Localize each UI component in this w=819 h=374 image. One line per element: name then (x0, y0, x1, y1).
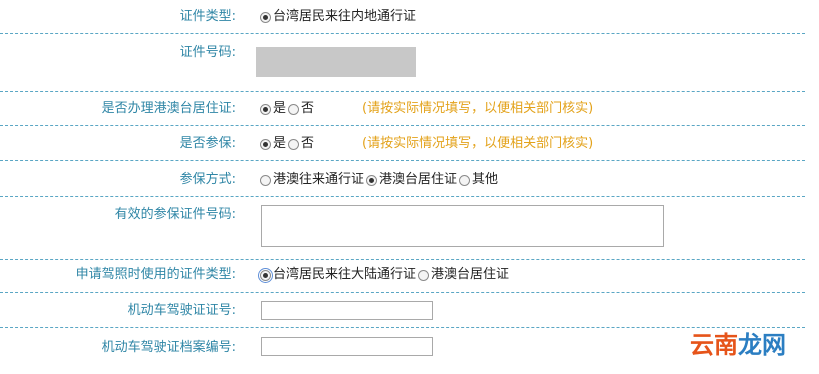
id-type-option-label: 台湾居民来往内地通行证 (273, 9, 417, 24)
id-number-label: 证件号码: (179, 45, 236, 60)
watermark-logo: 云南龙网 (690, 331, 786, 359)
watermark-part2: 龙网 (738, 331, 786, 359)
insured-yes-label: 是 (273, 136, 287, 151)
residence-permit-radio-yes[interactable] (260, 103, 271, 115)
residence-permit-no-label: 否 (301, 101, 315, 116)
vehicle-license-file-number-input[interactable] (261, 337, 433, 356)
license-id-type-radio-taiwan-permit[interactable] (258, 267, 273, 283)
insurance-method-option-label: 其他 (472, 172, 499, 187)
insured-radio-no[interactable] (288, 138, 300, 150)
insurance-id-number-label: 有效的参保证件号码: (114, 207, 236, 222)
license-id-type-radio-residence-permit[interactable] (418, 269, 430, 281)
license-id-type-option-label: 台湾居民来往大陆通行证 (273, 267, 417, 282)
license-id-type-option-label: 港澳台居住证 (431, 267, 510, 282)
insurance-method-radio-other[interactable] (459, 174, 471, 186)
insurance-method-radio-hk-mo-pass[interactable] (260, 174, 271, 186)
residence-permit-yes-label: 是 (273, 101, 287, 116)
watermark-part1: 云南 (690, 331, 738, 359)
id-number-redacted (256, 47, 416, 77)
insured-note: (请按实际情况填写，以便相关部门核实) (362, 136, 594, 151)
residence-permit-label: 是否办理港澳台居住证: (101, 101, 236, 116)
vehicle-license-file-number-label: 机动车驾驶证档案编号: (101, 340, 236, 355)
insured-label: 是否参保: (179, 136, 236, 151)
insured-radio-yes[interactable] (260, 138, 271, 150)
row-divider (0, 91, 805, 92)
residence-permit-note: (请按实际情况填写，以便相关部门核实) (362, 101, 594, 116)
residence-permit-options: 是 否 (请按实际情况填写，以便相关部门核实) (260, 101, 593, 117)
row-divider (0, 125, 805, 126)
residence-permit-radio-no[interactable] (288, 103, 300, 115)
insurance-method-option-label: 港澳台居住证 (379, 172, 458, 187)
insurance-method-radio-residence-permit[interactable] (366, 174, 378, 186)
vehicle-license-number-input[interactable] (261, 301, 433, 320)
insurance-method-option-label: 港澳往来通行证 (273, 172, 365, 187)
vehicle-license-number-label: 机动车驾驶证证号: (127, 303, 236, 318)
insurance-id-number-textarea[interactable] (261, 205, 664, 247)
license-id-type-label: 申请驾照时使用的证件类型: (75, 267, 236, 282)
row-divider (0, 196, 805, 197)
id-type-label: 证件类型: (179, 9, 236, 24)
insurance-method-label: 参保方式: (179, 172, 236, 187)
insurance-method-options: 港澳往来通行证 港澳台居住证 其他 (260, 172, 500, 188)
row-divider (0, 292, 805, 293)
license-id-type-options: 台湾居民来往大陆通行证 港澳台居住证 (258, 267, 511, 283)
insured-options: 是 否 (请按实际情况填写，以便相关部门核实) (260, 136, 593, 152)
row-divider (0, 33, 805, 34)
row-divider (0, 160, 805, 161)
id-type-radio-mainland-permit[interactable] (260, 11, 271, 23)
id-type-options: 台湾居民来往内地通行证 (260, 9, 418, 25)
row-divider (0, 259, 805, 260)
insured-no-label: 否 (301, 136, 315, 151)
row-divider (0, 327, 805, 328)
